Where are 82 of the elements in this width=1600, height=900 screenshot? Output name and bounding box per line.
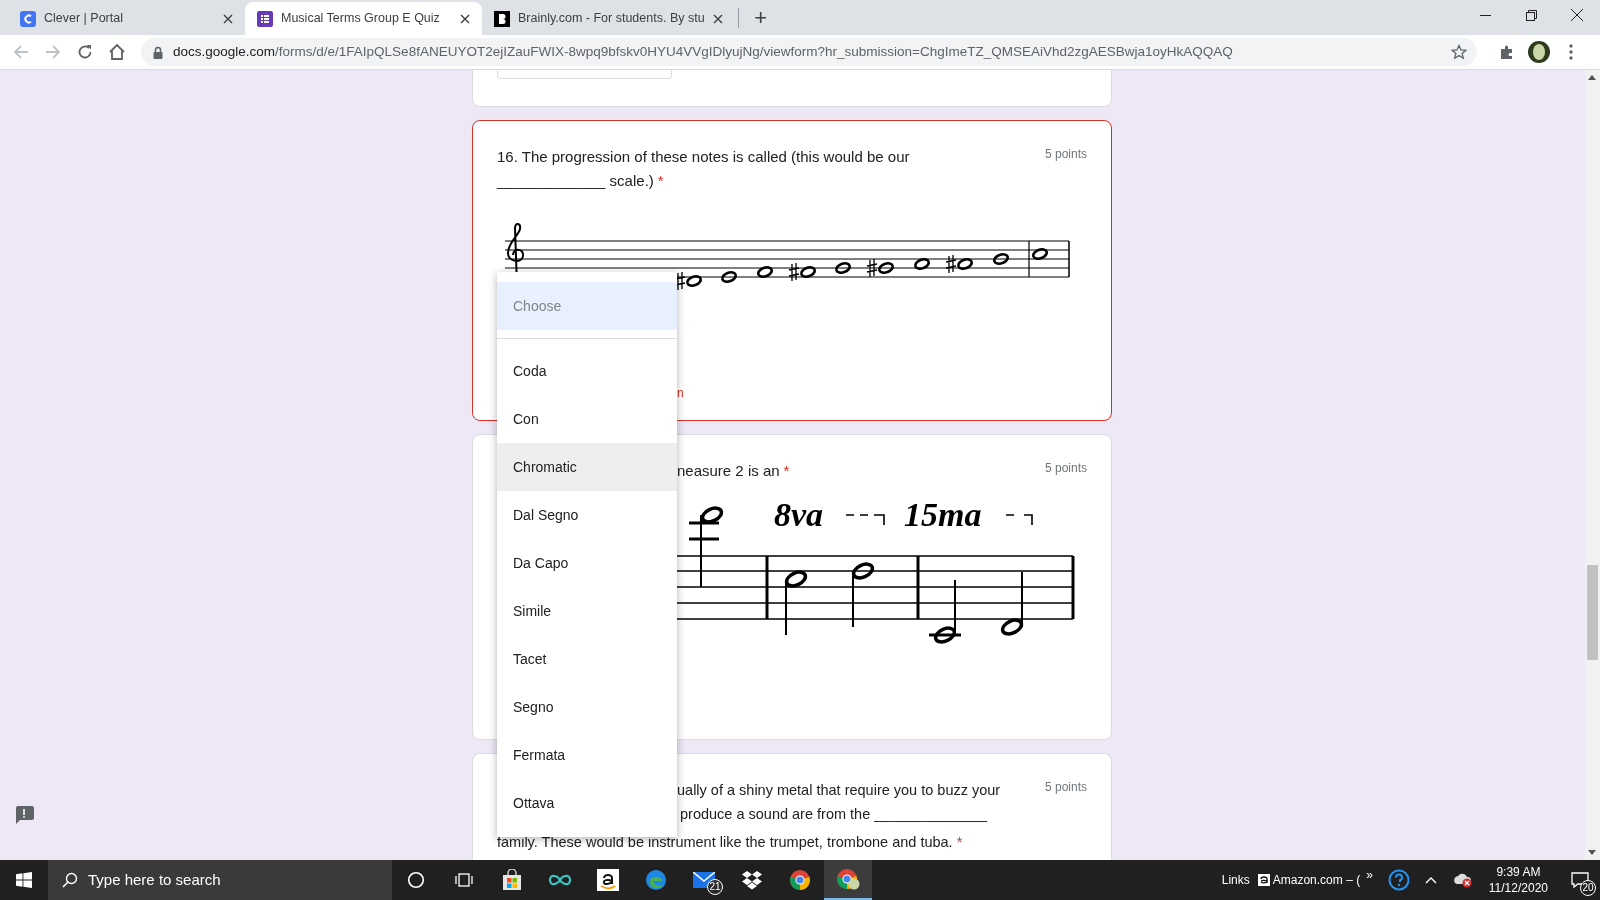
address-bar[interactable]: docs.google.com/forms/d/e/1FAIpQLSe8fANEUYOT2ejIZauFWIX-8wpq9bfskv0HYU4VVgIDlyujNg/viewform?hr_submission=ChgImeTZ_QMSEAiVhd2zgAESBwja1oyHkAQQAQ [141, 38, 1477, 66]
search-placeholder: Type here to search [88, 869, 221, 890]
dropdown-option[interactable]: Ottava [497, 779, 677, 827]
puzzle-piece-icon[interactable] [1499, 44, 1515, 60]
taskbar-search-field[interactable]: Type here to search [48, 860, 392, 900]
clock-time[interactable]: 9:39 AM [1496, 864, 1541, 880]
help-question-icon[interactable] [1387, 869, 1410, 891]
taskbar-app-button[interactable] [824, 860, 872, 900]
required-asterisk: * [956, 834, 963, 850]
browser-tab[interactable]: Brainly.com - For students. By stu [482, 2, 735, 35]
new-tab-button[interactable]: + [746, 4, 775, 32]
notification-center-button[interactable]: 20 [1560, 860, 1600, 900]
dropdown-option[interactable]: Chromatic [497, 443, 677, 491]
form-list-icon [257, 10, 273, 27]
toolbar-overflow-chevron[interactable]: » [1366, 866, 1373, 884]
question-text: _____________ scale.) [497, 172, 654, 189]
dropdown-option[interactable]: Da Capo [497, 539, 677, 587]
scroll-up-arrow-icon[interactable] [1588, 75, 1596, 80]
infinity-icon [547, 873, 573, 887]
letter-b-icon [494, 10, 510, 27]
error-message: n [677, 385, 684, 402]
circle-icon [407, 871, 425, 889]
dropdown-option[interactable]: Simile [497, 587, 677, 635]
letter-a-smile-icon [597, 869, 619, 891]
tab-title: Musical Terms Group E Quiz [281, 10, 441, 28]
scrollbar[interactable] [1585, 70, 1600, 860]
profile-avatar-icon[interactable] [1528, 41, 1550, 63]
letter-a-icon [1257, 874, 1270, 886]
lock-icon [153, 45, 163, 59]
points-label: 5 points [1044, 779, 1087, 796]
dropdown-option[interactable]: Fermata [497, 731, 677, 779]
points-label: 5 points [1044, 460, 1087, 477]
required-asterisk: * [657, 172, 664, 189]
close-icon[interactable] [223, 13, 233, 24]
unread-count-badge: 21 [707, 879, 723, 895]
browser-tab[interactable]: Clever | Portal [8, 2, 245, 35]
question-text: ually of a shiny metal that require you to buzz your [677, 781, 1001, 800]
scroll-down-arrow-icon[interactable] [1588, 850, 1596, 855]
dropdown-field[interactable] [497, 70, 672, 79]
store-bag-icon [501, 869, 523, 891]
dropdown-option[interactable]: Tacet [497, 635, 677, 683]
open-box-icon [741, 870, 763, 890]
chrome-logo-icon [836, 868, 860, 890]
dropdown-option[interactable]: Con [497, 395, 677, 443]
more-menu-icon[interactable] [1569, 44, 1573, 60]
question-text: 16. The progression of these notes is called (this would be our [497, 147, 910, 167]
amazon-link[interactable]: Amazon.com – ( [1272, 871, 1361, 889]
question-text: neasure 2 is an [677, 462, 780, 479]
close-icon[interactable] [460, 13, 470, 24]
letter-c-icon [20, 10, 36, 27]
question-text: family. These would be instrument like the trumpet, trombone and tuba. [497, 834, 953, 850]
notification-count-badge: 20 [1580, 880, 1596, 896]
star-icon[interactable] [1451, 44, 1467, 60]
dropdown-option[interactable]: Segno [497, 683, 677, 731]
chevron-up-icon[interactable] [1424, 876, 1437, 884]
home-icon[interactable] [108, 43, 126, 61]
restore-icon[interactable] [1525, 9, 1537, 21]
search-icon [62, 872, 78, 888]
dropdown-option[interactable]: Dal Segno [497, 491, 677, 539]
scrollbar-thumb[interactable] [1587, 565, 1598, 660]
browser-tab[interactable]: Musical Terms Group E Quiz [245, 2, 482, 35]
tab-title: Brainly.com - For students. By stu [518, 10, 705, 28]
points-label: 5 points [1044, 146, 1087, 163]
clock-date[interactable]: 11/12/2020 [1488, 880, 1548, 896]
tab-title: Clever | Portal [44, 10, 124, 28]
task-view-icon [455, 871, 473, 889]
question-text: produce a sound are from the ______________ [680, 805, 988, 824]
cloud-error-icon[interactable] [1452, 872, 1473, 888]
chrome-logo-icon [789, 869, 811, 891]
windows-logo-icon[interactable] [16, 872, 32, 888]
dropdown-option[interactable]: Coda [497, 347, 677, 395]
required-asterisk: * [783, 462, 790, 479]
swirl-icon [645, 869, 667, 891]
close-icon[interactable] [712, 13, 723, 24]
close-icon[interactable] [1571, 9, 1583, 21]
octave-marking: 15ma [904, 496, 982, 533]
links-toolbar-label[interactable]: Links [1221, 871, 1250, 889]
octave-marking: 8va [774, 496, 824, 533]
taskbar-app-button[interactable]: 21 [680, 860, 728, 900]
reload-icon[interactable] [77, 44, 93, 60]
url-text: docs.google.com/forms/d/e/1FAIpQLSe8fANEUYOT2ejIZauFWIX-8wpq9bfskv0HYU4VVgIDlyujNg/viewform?hr_submission=ChgImeTZ_QMSEAiVhd2zgAESBwja1oyHkAQQAQ [173, 42, 1234, 61]
feedback-icon[interactable] [14, 806, 34, 824]
